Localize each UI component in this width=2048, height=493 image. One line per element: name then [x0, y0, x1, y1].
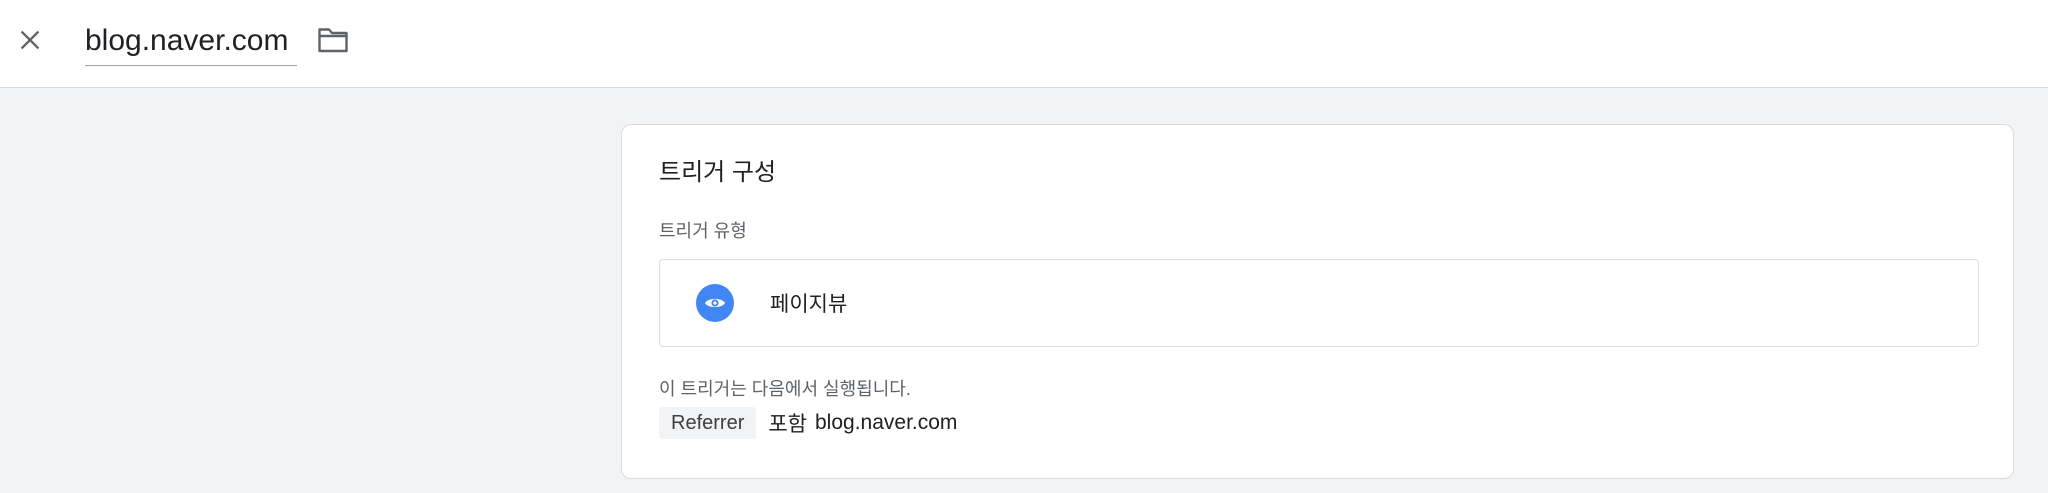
trigger-configuration-card: 트리거 구성 트리거 유형 페이지뷰 이 트리거는 다음에서 실행됩니다. Re…: [621, 124, 2014, 479]
trigger-type-selector[interactable]: 페이지뷰: [659, 259, 1979, 347]
condition-operator: 포함: [768, 413, 807, 436]
condition-row: Referrer 포함 blog.naver.com: [659, 407, 957, 439]
condition-value: blog.naver.com: [815, 411, 958, 434]
eye-icon: [696, 284, 734, 322]
trigger-type-label: 트리거 유형: [659, 221, 747, 241]
folder-icon: [318, 28, 348, 53]
card-title: 트리거 구성: [659, 159, 777, 186]
fires-on-label: 이 트리거는 다음에서 실행됩니다.: [659, 379, 911, 399]
trigger-name-field[interactable]: blog.naver.com: [85, 20, 297, 66]
trigger-type-value: 페이지뷰: [770, 293, 848, 316]
close-icon: [20, 30, 40, 50]
folder-button[interactable]: [313, 20, 353, 60]
condition-variable-chip: Referrer: [659, 407, 757, 439]
top-bar: blog.naver.com: [0, 0, 2048, 88]
close-button[interactable]: [10, 20, 50, 60]
